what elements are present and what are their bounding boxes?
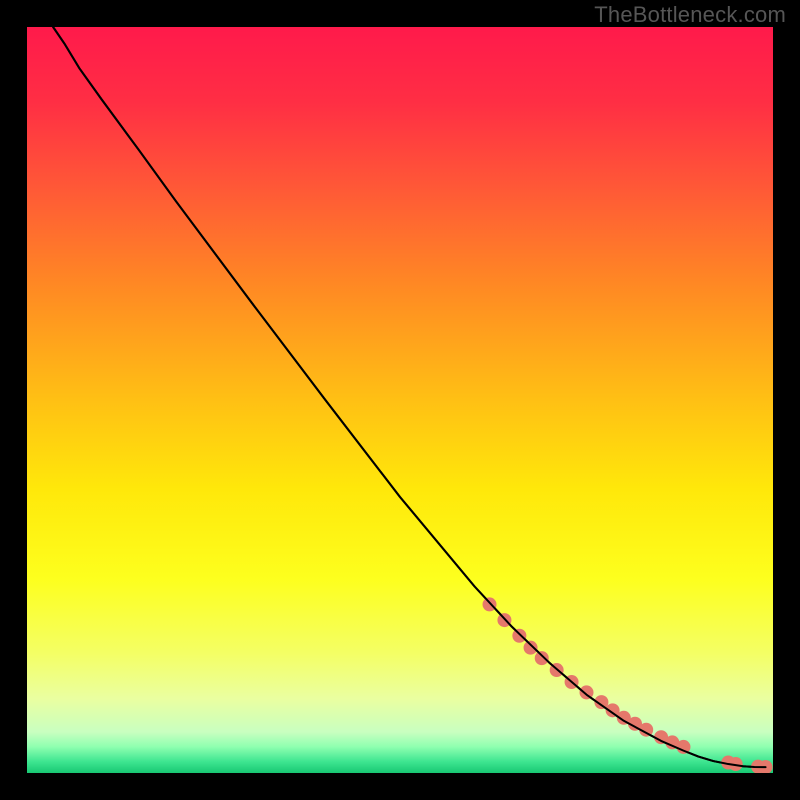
chart-frame: TheBottleneck.com: [0, 0, 800, 800]
highlight-dot: [524, 641, 538, 655]
watermark-text: TheBottleneck.com: [594, 2, 786, 28]
highlight-dot: [535, 651, 549, 665]
plot-svg: [27, 27, 773, 773]
gradient-background: [27, 27, 773, 773]
highlight-dot: [512, 629, 526, 643]
plot-area: [27, 27, 773, 773]
